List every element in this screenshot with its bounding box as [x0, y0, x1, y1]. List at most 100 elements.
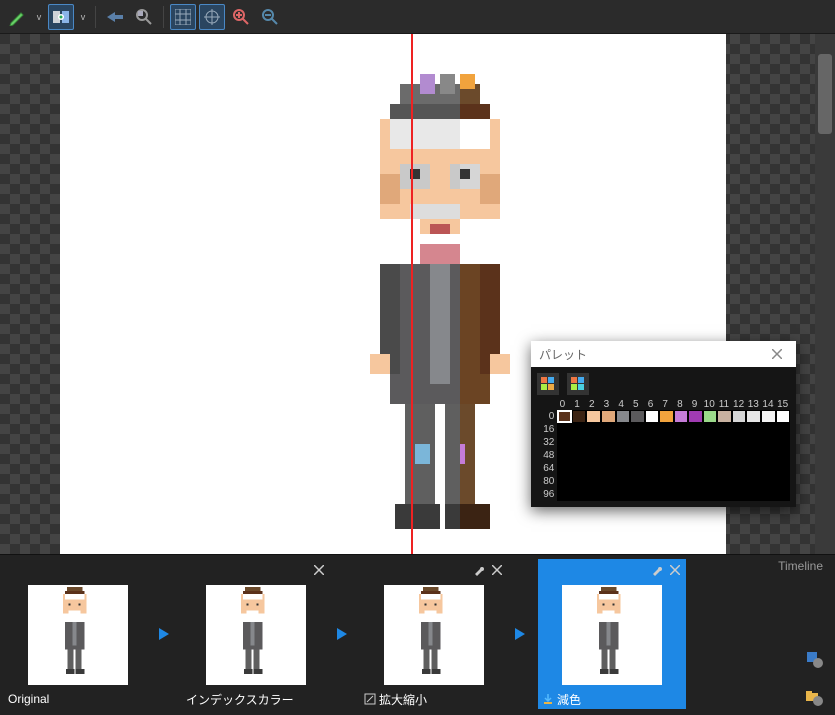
palette-cell[interactable] [703, 449, 718, 462]
palette-cell[interactable] [688, 462, 703, 475]
palette-cell[interactable] [746, 436, 761, 449]
palette-cell[interactable] [746, 423, 761, 436]
palette-cell[interactable] [586, 462, 601, 475]
palette-cell[interactable] [572, 462, 587, 475]
palette-cell[interactable] [674, 462, 689, 475]
palette-cell[interactable] [659, 423, 674, 436]
palette-cell[interactable] [616, 475, 631, 488]
palette-cell[interactable] [674, 449, 689, 462]
palette-cell[interactable] [586, 423, 601, 436]
palette-cell[interactable] [703, 423, 718, 436]
palette-cell[interactable] [557, 410, 572, 423]
palette-cell[interactable] [586, 475, 601, 488]
palette-cell[interactable] [703, 410, 718, 423]
palette-cell[interactable] [557, 462, 572, 475]
timeline-action-1[interactable] [805, 650, 823, 668]
palette-cell[interactable] [659, 475, 674, 488]
palette-cell[interactable] [674, 436, 689, 449]
palette-cell[interactable] [688, 449, 703, 462]
palette-cell[interactable] [674, 488, 689, 501]
palette-cell[interactable] [776, 449, 791, 462]
palette-cell[interactable] [616, 462, 631, 475]
palette-cell[interactable] [761, 423, 776, 436]
palette-window[interactable]: パレット 0123456789101112131415 016324864809… [531, 341, 796, 507]
back-button[interactable] [102, 4, 128, 30]
timeline-card[interactable]: 拡大縮小 [360, 559, 508, 709]
palette-cell[interactable] [717, 475, 732, 488]
palette-cell[interactable] [659, 449, 674, 462]
palette-cell[interactable] [674, 423, 689, 436]
palette-close-button[interactable] [766, 344, 788, 364]
palette-cell[interactable] [630, 488, 645, 501]
card-settings-button[interactable] [472, 563, 486, 577]
find-tool[interactable] [131, 4, 157, 30]
canvas-viewport[interactable]: パレット 0123456789101112131415 016324864809… [0, 34, 815, 554]
palette-cell[interactable] [776, 436, 791, 449]
palette-cell[interactable] [645, 462, 660, 475]
palette-cell[interactable] [601, 462, 616, 475]
palette-cell[interactable] [732, 449, 747, 462]
palette-cell[interactable] [630, 436, 645, 449]
palette-cell[interactable] [586, 488, 601, 501]
palette-cell[interactable] [688, 488, 703, 501]
card-close-button[interactable] [490, 563, 504, 577]
palette-cell[interactable] [557, 423, 572, 436]
compare-slider[interactable] [411, 34, 413, 554]
palette-cell[interactable] [601, 488, 616, 501]
palette-titlebar[interactable]: パレット [531, 341, 796, 367]
palette-cell[interactable] [645, 488, 660, 501]
timeline-action-2[interactable] [805, 688, 823, 706]
palette-cell[interactable] [776, 462, 791, 475]
palette-cell[interactable] [732, 475, 747, 488]
palette-cell[interactable] [688, 410, 703, 423]
palette-cell[interactable] [557, 475, 572, 488]
palette-cell[interactable] [717, 488, 732, 501]
palette-cell[interactable] [776, 475, 791, 488]
palette-cell[interactable] [659, 410, 674, 423]
palette-cell[interactable] [659, 436, 674, 449]
zoom-in-button[interactable] [228, 4, 254, 30]
palette-cell[interactable] [616, 436, 631, 449]
palette-cell[interactable] [616, 410, 631, 423]
palette-cell[interactable] [645, 475, 660, 488]
palette-cell[interactable] [557, 449, 572, 462]
palette-cell[interactable] [746, 475, 761, 488]
palette-cell[interactable] [746, 462, 761, 475]
palette-cell[interactable] [732, 488, 747, 501]
palette-cell[interactable] [586, 410, 601, 423]
palette-tool-2[interactable] [567, 373, 589, 395]
pencil-tool[interactable] [4, 4, 30, 30]
palette-cell[interactable] [557, 436, 572, 449]
palette-cell[interactable] [616, 423, 631, 436]
palette-cell[interactable] [732, 462, 747, 475]
palette-cell[interactable] [630, 449, 645, 462]
palette-cell[interactable] [776, 488, 791, 501]
palette-cell[interactable] [776, 410, 791, 423]
palette-cell[interactable] [761, 436, 776, 449]
palette-cell[interactable] [645, 423, 660, 436]
palette-cell[interactable] [688, 423, 703, 436]
compare-dropdown[interactable]: v [77, 4, 89, 30]
zoom-out-button[interactable] [257, 4, 283, 30]
palette-cell[interactable] [688, 436, 703, 449]
palette-cell[interactable] [572, 449, 587, 462]
palette-cell[interactable] [659, 462, 674, 475]
palette-cell[interactable] [645, 436, 660, 449]
palette-cell[interactable] [572, 475, 587, 488]
palette-cell[interactable] [717, 423, 732, 436]
palette-cell[interactable] [601, 449, 616, 462]
palette-cell[interactable] [601, 423, 616, 436]
timeline-card[interactable]: 減色 [538, 559, 686, 709]
palette-cell[interactable] [601, 475, 616, 488]
palette-cell[interactable] [616, 488, 631, 501]
palette-cell[interactable] [572, 423, 587, 436]
palette-cell[interactable] [688, 475, 703, 488]
palette-cell[interactable] [746, 488, 761, 501]
palette-cell[interactable] [732, 423, 747, 436]
timeline-card[interactable]: Original [4, 559, 152, 709]
palette-cell[interactable] [557, 488, 572, 501]
palette-cell[interactable] [601, 436, 616, 449]
palette-cell[interactable] [674, 410, 689, 423]
grid-toggle[interactable] [170, 4, 196, 30]
scrollbar-thumb[interactable] [818, 54, 832, 134]
